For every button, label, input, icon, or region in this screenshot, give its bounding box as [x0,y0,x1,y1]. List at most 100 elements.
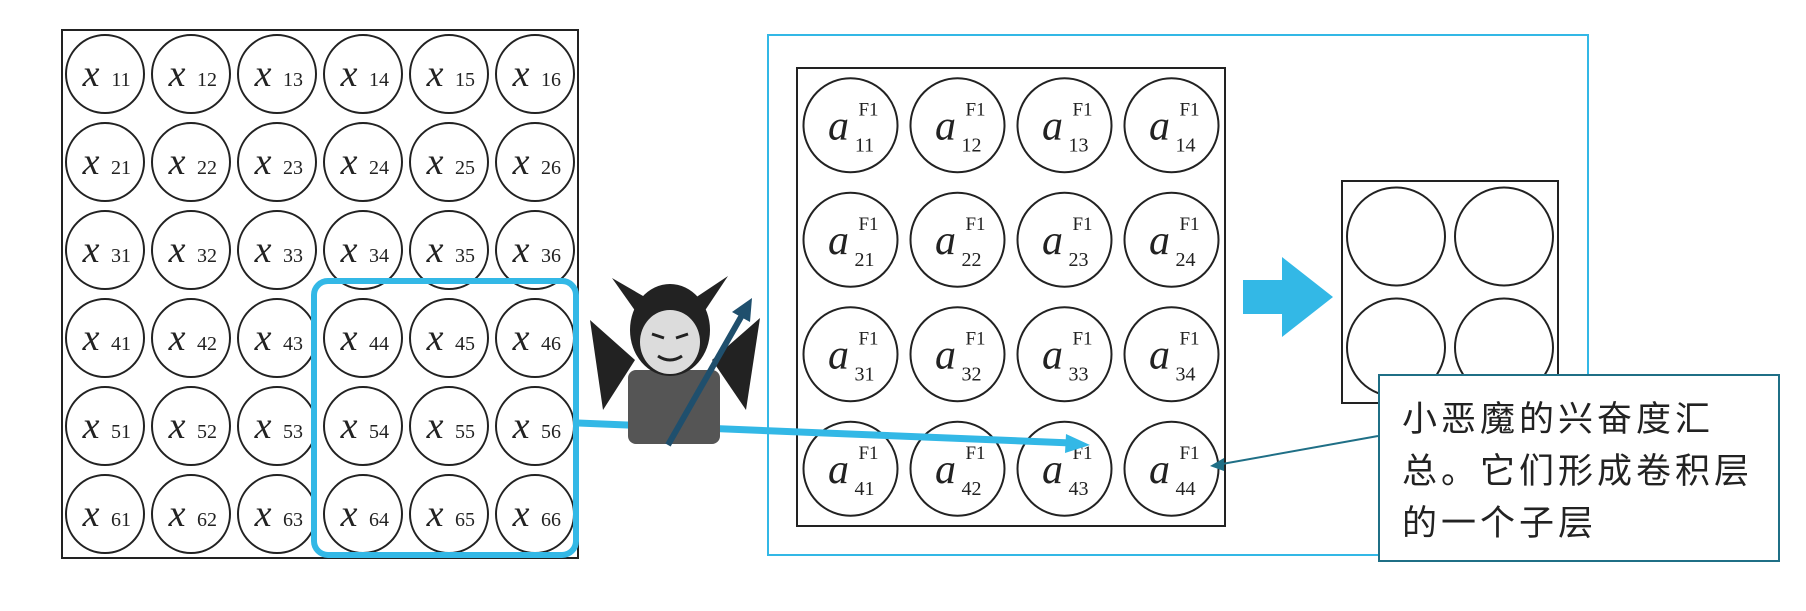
input-cell: x 24 [323,122,403,202]
input-subscript: 41 [111,333,131,355]
input-cell: x 32 [151,210,231,290]
input-symbol: x [512,493,530,535]
feature-cell: a F1 23 [1016,191,1113,288]
feature-subscript: 42 [962,478,982,500]
input-grid: x 11 x 12 x 13 x 14 x 15 x 16x 21 x 22 x 23 x 24 x 25 x 26x 31 x… [65,34,575,554]
input-subscript: 16 [541,69,561,91]
feature-symbol: a [1042,103,1063,149]
feature-subscript: 12 [962,134,982,156]
input-symbol: x [340,53,358,95]
feature-symbol: a [1042,447,1063,493]
input-subscript: 32 [197,245,217,267]
feature-superscript: F1 [858,214,878,235]
input-cell: x 56 [495,386,575,466]
feature-symbol: a [828,332,849,378]
input-subscript: 42 [197,333,217,355]
input-subscript: 43 [283,333,303,355]
input-symbol: x [168,317,186,359]
feature-cell: a F1 11 [802,77,899,174]
input-cell: x 16 [495,34,575,114]
input-subscript: 46 [541,333,561,355]
input-cell: x 45 [409,298,489,378]
feature-superscript: F1 [965,99,985,120]
input-symbol: x [512,405,530,447]
input-symbol: x [254,229,272,271]
input-subscript: 13 [283,69,303,91]
feature-symbol: a [828,218,849,264]
feature-cell: a F1 44 [1123,420,1220,517]
input-cell: x 62 [151,474,231,554]
input-cell: x 54 [323,386,403,466]
feature-superscript: F1 [1179,443,1199,464]
feature-subscript: 22 [962,249,982,271]
input-symbol: x [168,141,186,183]
input-cell: x 64 [323,474,403,554]
input-symbol: x [82,405,100,447]
input-symbol: x [168,405,186,447]
input-cell: x 44 [323,298,403,378]
input-subscript: 34 [369,245,389,267]
feature-subscript: 11 [855,134,874,156]
input-symbol: x [340,405,358,447]
feature-superscript: F1 [965,443,985,464]
input-symbol: x [512,317,530,359]
feature-subscript: 41 [855,478,875,500]
input-symbol: x [254,317,272,359]
input-cell: x 31 [65,210,145,290]
input-cell: x 66 [495,474,575,554]
input-cell: x 22 [151,122,231,202]
feature-symbol: a [828,103,849,149]
input-cell: x 51 [65,386,145,466]
input-cell: x 14 [323,34,403,114]
input-symbol: x [426,229,444,271]
input-subscript: 26 [541,157,561,179]
feature-superscript: F1 [1179,214,1199,235]
input-cell: x 53 [237,386,317,466]
input-subscript: 11 [111,69,130,91]
feature-superscript: F1 [1179,99,1199,120]
input-symbol: x [82,493,100,535]
input-cell: x 55 [409,386,489,466]
input-cell: x 63 [237,474,317,554]
input-cell: x 11 [65,34,145,114]
input-symbol: x [426,141,444,183]
feature-superscript: F1 [1179,328,1199,349]
input-subscript: 33 [283,245,303,267]
input-subscript: 44 [369,333,389,355]
feature-symbol: a [1042,332,1063,378]
input-subscript: 61 [111,509,131,531]
input-subscript: 15 [455,69,475,91]
feature-symbol: a [935,103,956,149]
input-grid-frame [61,29,579,559]
feature-subscript: 14 [1176,134,1196,156]
input-subscript: 51 [111,421,131,443]
input-cell: x 15 [409,34,489,114]
input-subscript: 35 [455,245,475,267]
feature-cell: a F1 32 [909,306,1006,403]
right-arrow-icon [1243,257,1333,337]
input-cell: x 65 [409,474,489,554]
input-cell: x 46 [495,298,575,378]
input-symbol: x [340,141,358,183]
input-subscript: 45 [455,333,475,355]
input-subscript: 12 [197,69,217,91]
feature-superscript: F1 [965,214,985,235]
input-cell: x 41 [65,298,145,378]
feature-symbol: a [1149,218,1170,264]
input-cell: x 21 [65,122,145,202]
input-symbol: x [512,53,530,95]
input-subscript: 25 [455,157,475,179]
feature-superscript: F1 [1072,99,1092,120]
input-symbol: x [340,229,358,271]
input-cell: x 13 [237,34,317,114]
input-cell: x 43 [237,298,317,378]
feature-superscript: F1 [965,328,985,349]
pooled-map-frame [1341,180,1559,404]
pooled-cell [1454,186,1554,287]
feature-symbol: a [1042,218,1063,264]
input-symbol: x [168,229,186,271]
input-cell: x 12 [151,34,231,114]
feature-superscript: F1 [1072,328,1092,349]
feature-superscript: F1 [858,328,878,349]
feature-subscript: 44 [1176,478,1196,500]
